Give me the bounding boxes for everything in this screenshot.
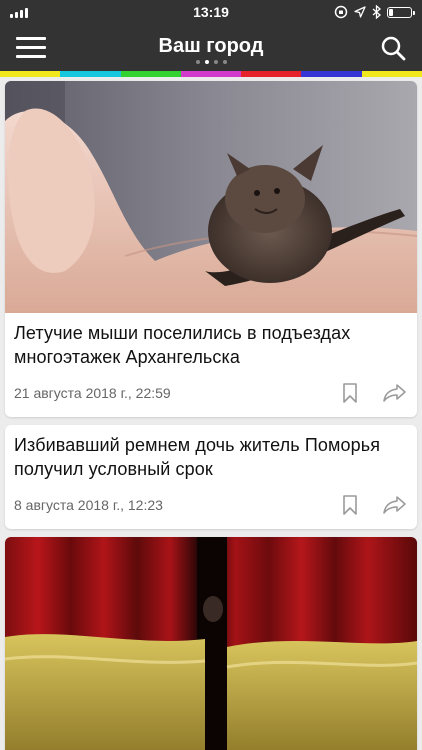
stripe-segment bbox=[180, 71, 242, 77]
article-date: 8 августа 2018 г., 12:23 bbox=[14, 497, 163, 513]
stripe-segment bbox=[361, 71, 422, 77]
page-dot bbox=[195, 60, 200, 64]
article-title[interactable]: Летучие мыши поселились в подъездах мног… bbox=[5, 313, 417, 369]
page-dot bbox=[213, 60, 218, 64]
bat-on-hand-photo[interactable] bbox=[5, 81, 417, 313]
search-icon[interactable] bbox=[380, 35, 406, 61]
page-indicator bbox=[0, 60, 422, 64]
status-bar: 13:19 bbox=[0, 0, 422, 24]
battery-level bbox=[389, 8, 394, 16]
page-dot bbox=[204, 60, 209, 64]
news-feed[interactable]: Летучие мыши поселились в подъездах мног… bbox=[5, 81, 417, 750]
news-card[interactable]: Летучие мыши поселились в подъездах мног… bbox=[5, 81, 417, 417]
share-icon[interactable] bbox=[383, 383, 407, 403]
share-icon[interactable] bbox=[383, 495, 407, 515]
stripe-segment bbox=[301, 71, 362, 77]
bookmark-icon[interactable] bbox=[341, 495, 359, 515]
stripe-segment bbox=[120, 71, 181, 77]
news-card[interactable] bbox=[5, 537, 417, 750]
stripe-segment bbox=[241, 71, 302, 77]
article-title[interactable]: Избивавший ремнем дочь житель Поморья по… bbox=[5, 425, 417, 481]
stripe-segment bbox=[0, 71, 61, 77]
page-dot bbox=[222, 60, 227, 64]
category-color-stripe bbox=[0, 71, 422, 77]
theater-curtain-photo[interactable] bbox=[5, 537, 417, 750]
article-date: 21 августа 2018 г., 22:59 bbox=[14, 385, 171, 401]
stripe-segment bbox=[60, 71, 121, 77]
top-navigation-bar: Ваш город bbox=[0, 24, 422, 71]
battery-icon bbox=[387, 6, 415, 18]
page-title: Ваш город bbox=[158, 35, 264, 57]
bookmark-icon[interactable] bbox=[341, 383, 359, 403]
news-card[interactable]: Избивавший ремнем дочь житель Поморья по… bbox=[5, 425, 417, 529]
status-time: 13:19 bbox=[193, 4, 229, 20]
